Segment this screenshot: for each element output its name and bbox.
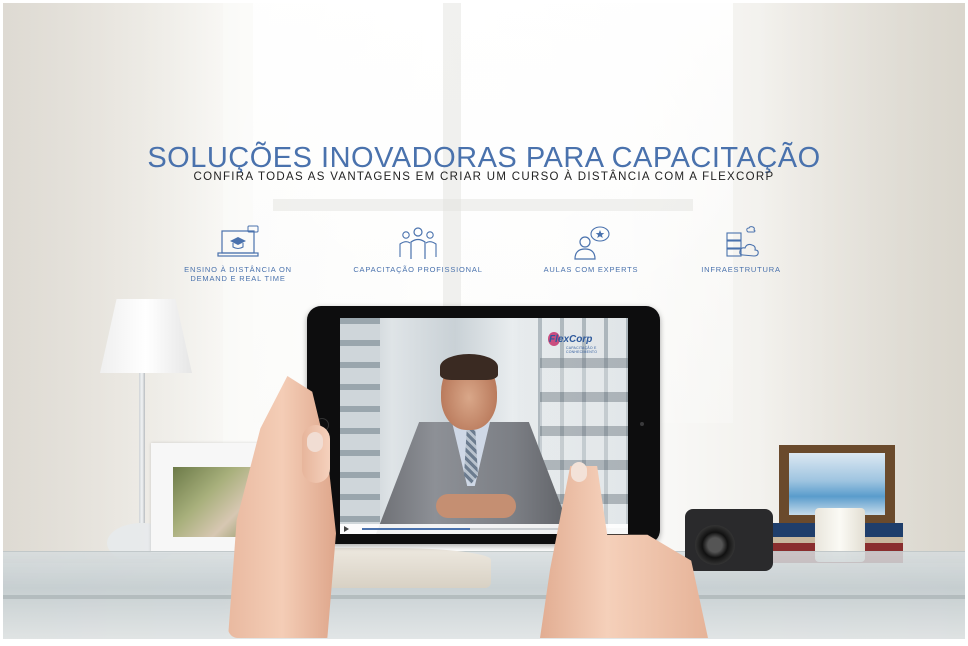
feature-label: INFRAESTRUTURA — [701, 265, 781, 274]
window-frame — [273, 199, 693, 211]
feature-aulas-experts: AULAS COM EXPERTS — [521, 225, 661, 274]
professionals-group-icon — [399, 227, 437, 259]
left-thumbnail — [307, 432, 323, 452]
server-cloud-icon — [726, 226, 759, 257]
flexcorp-logo: FlexCorp — [549, 334, 593, 345]
feature-label: AULAS COM EXPERTS — [543, 265, 639, 274]
feature-label: ENSINO À DISTÂNCIA ON DEMAND E REAL TIME — [184, 265, 292, 283]
expert-star-icon — [574, 226, 610, 260]
video-background-building — [340, 318, 380, 534]
camera — [685, 509, 773, 571]
flexcorp-tagline: CAPACITAÇÃO E CONHECIMENTO — [566, 346, 598, 354]
video-progress-fill — [362, 528, 470, 530]
play-icon[interactable] — [344, 526, 349, 532]
tablet-camera-icon — [640, 422, 644, 426]
laptop-graduation-icon — [217, 225, 259, 257]
right-fingernail — [571, 462, 587, 482]
feature-infraestrutura: INFRAESTRUTURA — [671, 225, 811, 274]
presenter-hands — [436, 494, 516, 518]
feature-capacitacao-profissional: CAPACITAÇÃO PROFISSIONAL — [348, 225, 488, 274]
desk-edge — [3, 595, 965, 599]
feature-ensino-distancia: ENSINO À DISTÂNCIA ON DEMAND E REAL TIME — [168, 225, 308, 283]
page-subtitle: CONFIRA TODAS AS VANTAGENS EM CRIAR UM C… — [193, 171, 775, 183]
presenter-hair — [440, 354, 498, 380]
feature-label: CAPACITAÇÃO PROFISSIONAL — [353, 265, 483, 274]
lamp-stem — [139, 373, 145, 523]
